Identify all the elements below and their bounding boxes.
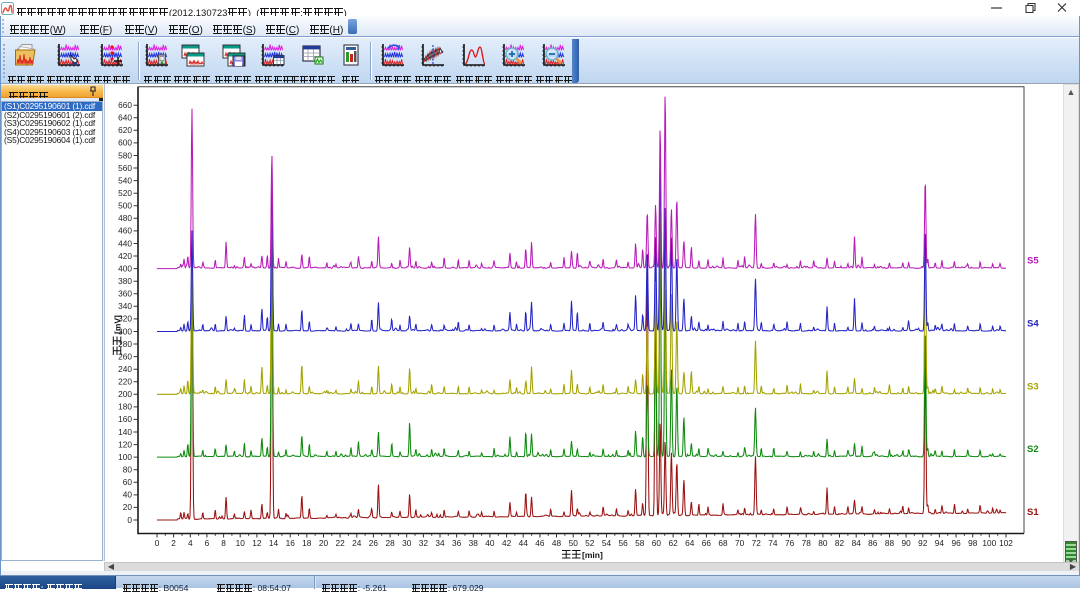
svg-text:520: 520 <box>118 188 132 198</box>
svg-text:S3: S3 <box>1027 381 1039 392</box>
svg-text:84: 84 <box>852 538 862 548</box>
svg-text:480: 480 <box>118 213 132 223</box>
svg-text:40: 40 <box>485 538 495 548</box>
svg-text:560: 560 <box>118 163 132 173</box>
svg-text:88: 88 <box>885 538 895 548</box>
svg-text:80: 80 <box>818 538 828 548</box>
svg-text:4: 4 <box>188 538 193 548</box>
svg-text:90: 90 <box>901 538 911 548</box>
svg-text:14: 14 <box>269 538 279 548</box>
svg-text:180: 180 <box>118 402 132 412</box>
svg-text:340: 340 <box>118 301 132 311</box>
svg-text:46: 46 <box>535 538 545 548</box>
svg-text:52: 52 <box>585 538 595 548</box>
svg-text:48: 48 <box>552 538 562 548</box>
svg-text:540: 540 <box>118 175 132 185</box>
svg-text:440: 440 <box>118 238 132 248</box>
svg-text:60: 60 <box>652 538 662 548</box>
svg-text:62: 62 <box>668 538 678 548</box>
svg-text:460: 460 <box>118 226 132 236</box>
svg-text:96: 96 <box>951 538 961 548</box>
svg-text:220: 220 <box>118 377 132 387</box>
svg-text:S1: S1 <box>1027 507 1039 518</box>
svg-text:160: 160 <box>118 414 132 424</box>
svg-text:0: 0 <box>155 538 160 548</box>
svg-text:76: 76 <box>785 538 795 548</box>
svg-text:64: 64 <box>685 538 695 548</box>
svg-text:260: 260 <box>118 351 132 361</box>
svg-text:54: 54 <box>602 538 612 548</box>
svg-text:72: 72 <box>752 538 762 548</box>
svg-text:28: 28 <box>385 538 395 548</box>
svg-text:[min]: [min] <box>582 550 603 560</box>
svg-text:44: 44 <box>519 538 529 548</box>
svg-text:98: 98 <box>968 538 978 548</box>
svg-text:20: 20 <box>319 538 329 548</box>
svg-text:12: 12 <box>252 538 262 548</box>
svg-text:200: 200 <box>118 389 132 399</box>
svg-text:S5: S5 <box>1027 256 1039 267</box>
svg-text:380: 380 <box>118 276 132 286</box>
svg-text:620: 620 <box>118 125 132 135</box>
svg-text:86: 86 <box>868 538 878 548</box>
svg-text:[mV]: [mV] <box>113 315 123 334</box>
svg-text:34: 34 <box>435 538 445 548</box>
svg-text:50: 50 <box>569 538 579 548</box>
svg-text:78: 78 <box>802 538 812 548</box>
svg-text:640: 640 <box>118 113 132 123</box>
svg-text:8: 8 <box>221 538 226 548</box>
svg-text:22: 22 <box>335 538 345 548</box>
svg-text:32: 32 <box>419 538 429 548</box>
svg-text:S4: S4 <box>1027 319 1039 330</box>
svg-text:26: 26 <box>369 538 379 548</box>
svg-text:600: 600 <box>118 138 132 148</box>
svg-text:420: 420 <box>118 251 132 261</box>
svg-text:400: 400 <box>118 263 132 273</box>
svg-text:360: 360 <box>118 289 132 299</box>
svg-text:30: 30 <box>402 538 412 548</box>
svg-text:38: 38 <box>469 538 479 548</box>
svg-text:0: 0 <box>127 515 132 525</box>
svg-text:100: 100 <box>982 538 996 548</box>
svg-text:18: 18 <box>302 538 312 548</box>
svg-text:6: 6 <box>205 538 210 548</box>
svg-text:500: 500 <box>118 201 132 211</box>
svg-text:120: 120 <box>118 439 132 449</box>
svg-text:280: 280 <box>118 339 132 349</box>
svg-text:58: 58 <box>635 538 645 548</box>
svg-text:94: 94 <box>935 538 945 548</box>
svg-text:70: 70 <box>735 538 745 548</box>
svg-text:20: 20 <box>123 502 133 512</box>
svg-text:92: 92 <box>918 538 928 548</box>
svg-text:40: 40 <box>123 490 133 500</box>
svg-text:102: 102 <box>999 538 1013 548</box>
svg-text:80: 80 <box>123 465 133 475</box>
svg-text:36: 36 <box>452 538 462 548</box>
svg-text:60: 60 <box>123 477 133 487</box>
svg-text:68: 68 <box>718 538 728 548</box>
svg-text:660: 660 <box>118 100 132 110</box>
svg-text:S2: S2 <box>1027 444 1039 455</box>
svg-text:10: 10 <box>236 538 246 548</box>
svg-text:66: 66 <box>702 538 712 548</box>
svg-text:24: 24 <box>352 538 362 548</box>
svg-text:100: 100 <box>118 452 132 462</box>
svg-text:140: 140 <box>118 427 132 437</box>
svg-text:240: 240 <box>118 364 132 374</box>
svg-text:56: 56 <box>618 538 628 548</box>
svg-text:42: 42 <box>502 538 512 548</box>
svg-text:580: 580 <box>118 150 132 160</box>
svg-text:2: 2 <box>171 538 176 548</box>
svg-text:82: 82 <box>835 538 845 548</box>
svg-text:16: 16 <box>286 538 296 548</box>
svg-text:74: 74 <box>768 538 778 548</box>
